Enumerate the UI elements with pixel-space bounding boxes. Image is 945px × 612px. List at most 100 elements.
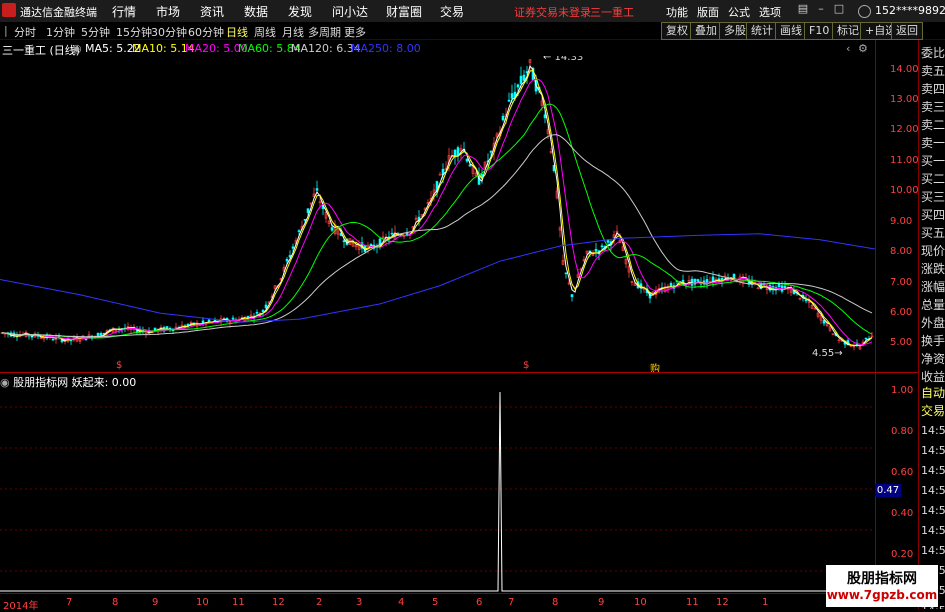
trade-time: 14:56	[921, 544, 945, 557]
time-axis: 2014年 7 8 9 10 11 12 2 3 4 5 6 7 8 9 10 11 12 1	[0, 593, 918, 612]
buy-marker: $	[116, 360, 123, 371]
trade-detail-label[interactable]: 自动	[921, 386, 945, 400]
period-60min[interactable]: 60分钟	[188, 24, 224, 40]
time-tick: 8	[112, 597, 119, 608]
period-more[interactable]: 更多	[344, 24, 366, 40]
price-tick: 11.00	[890, 155, 919, 166]
candle	[600, 245, 604, 248]
ind-tick: 0.60	[891, 467, 914, 478]
period-5min[interactable]: 5分钟	[81, 24, 110, 40]
time-tick: 9	[152, 597, 159, 608]
pane-divider[interactable]	[0, 372, 918, 373]
time-tick: 1	[762, 597, 769, 608]
menu-ask[interactable]: 问小达	[332, 3, 368, 20]
minimize-icon[interactable]: –	[814, 2, 828, 18]
low-price-label: 4.55→	[812, 348, 843, 359]
candle	[690, 278, 694, 286]
chevron-left-icon[interactable]: ‹	[846, 42, 850, 55]
candle	[804, 299, 808, 302]
price-tick: 7.00	[890, 277, 913, 288]
quote-label: 买五	[921, 226, 945, 240]
adjust-button[interactable]: 复权	[661, 22, 693, 40]
period-menu-icon[interactable]: |	[4, 24, 8, 37]
price-tick: 8.00	[890, 246, 913, 257]
indicator-chart[interactable]	[0, 388, 875, 593]
user-icon[interactable]	[858, 5, 871, 18]
quote-label: 现价	[921, 244, 945, 258]
time-tick: 4	[398, 597, 405, 608]
current-stock-name: 三一重工	[590, 6, 634, 19]
period-daily[interactable]: 日线	[226, 24, 248, 40]
quote-label: 卖二	[921, 118, 945, 132]
f10-button[interactable]: F10	[804, 22, 835, 40]
quote-label: 买三	[921, 190, 945, 204]
time-tick: 3	[356, 597, 363, 608]
quote-label: 净资	[921, 352, 945, 366]
quote-label: 收益	[921, 370, 945, 384]
ind-tick: 0.20	[891, 549, 914, 560]
candle	[231, 317, 235, 320]
watermark-url: www.7gpzb.com	[826, 588, 938, 602]
quote-label: 卖五	[921, 64, 945, 78]
period-1min[interactable]: 1分钟	[46, 24, 75, 40]
period-multi[interactable]: 多周期	[308, 24, 341, 40]
menu-options[interactable]: 选项	[759, 4, 781, 20]
period-15min[interactable]: 15分钟	[116, 24, 152, 40]
candle	[594, 248, 598, 252]
user-phone[interactable]: 152****9892	[875, 4, 945, 17]
indicator-axis: 1.00 0.80 0.60 0.40 0.20	[875, 373, 918, 593]
menu-trade[interactable]: 交易	[440, 3, 464, 20]
draw-line-button[interactable]: 画线	[775, 22, 807, 40]
period-weekly[interactable]: 周线	[254, 24, 276, 40]
app-title: 通达信金融终端	[20, 6, 97, 19]
period-30min[interactable]: 30分钟	[151, 24, 187, 40]
menu-news[interactable]: 资讯	[200, 3, 224, 20]
trade-time: 14:56	[921, 504, 945, 517]
time-tick: 7	[66, 597, 73, 608]
candle	[330, 227, 334, 231]
trade-time: 14:56	[921, 424, 945, 437]
menu-toggle-icon[interactable]: ▤	[796, 2, 810, 18]
candle	[285, 258, 289, 262]
settings-icon[interactable]: ⚙	[858, 42, 868, 55]
menu-layout[interactable]: 版面	[697, 4, 719, 20]
time-tick: 5	[432, 597, 439, 608]
overlay-button[interactable]: 叠加	[690, 22, 722, 40]
time-tick: 12	[272, 597, 285, 608]
price-tick: 14.00	[890, 64, 919, 75]
time-tick: 2014年	[3, 601, 39, 612]
menu-discover[interactable]: 发现	[288, 3, 312, 20]
candle	[777, 283, 781, 287]
candle	[255, 311, 259, 314]
candle	[693, 278, 697, 284]
menu-wealth[interactable]: 财富圈	[386, 3, 422, 20]
ma5-line	[1, 65, 873, 347]
time-tick: 9	[598, 597, 605, 608]
trade-detail-label[interactable]: 交易	[921, 404, 945, 418]
settings-circle-icon[interactable]: ◉	[72, 42, 82, 55]
candle	[261, 310, 265, 313]
time-tick: 11	[686, 597, 699, 608]
ma250-label: MA250: 8.00	[351, 42, 421, 55]
trade-login-status[interactable]: 证券交易未登录	[514, 4, 591, 20]
ma10-line	[1, 70, 873, 347]
stats-button[interactable]: 统计	[746, 22, 778, 40]
candle	[342, 240, 346, 243]
candle	[543, 114, 547, 119]
candle	[201, 320, 205, 323]
menu-hq[interactable]: 行情	[112, 3, 136, 20]
menu-function[interactable]: 功能	[666, 4, 688, 20]
maximize-icon[interactable]: □	[832, 2, 846, 18]
back-button[interactable]: 返回	[891, 22, 923, 40]
menu-data[interactable]: 数据	[244, 3, 268, 20]
menu-formula[interactable]: 公式	[728, 4, 750, 20]
candle	[516, 84, 520, 88]
candle	[456, 147, 460, 156]
price-axis: 14.00 13.00 12.00 11.00 10.00 9.00 8.00 …	[875, 40, 919, 372]
price-tick: 12.00	[890, 124, 919, 135]
menu-market[interactable]: 市场	[156, 3, 180, 20]
price-tick: 10.00	[890, 185, 919, 196]
candlestick-chart[interactable]: ← 14.33 4.55→	[0, 56, 875, 372]
period-monthly[interactable]: 月线	[282, 24, 304, 40]
period-intraday[interactable]: 分时	[14, 24, 36, 40]
